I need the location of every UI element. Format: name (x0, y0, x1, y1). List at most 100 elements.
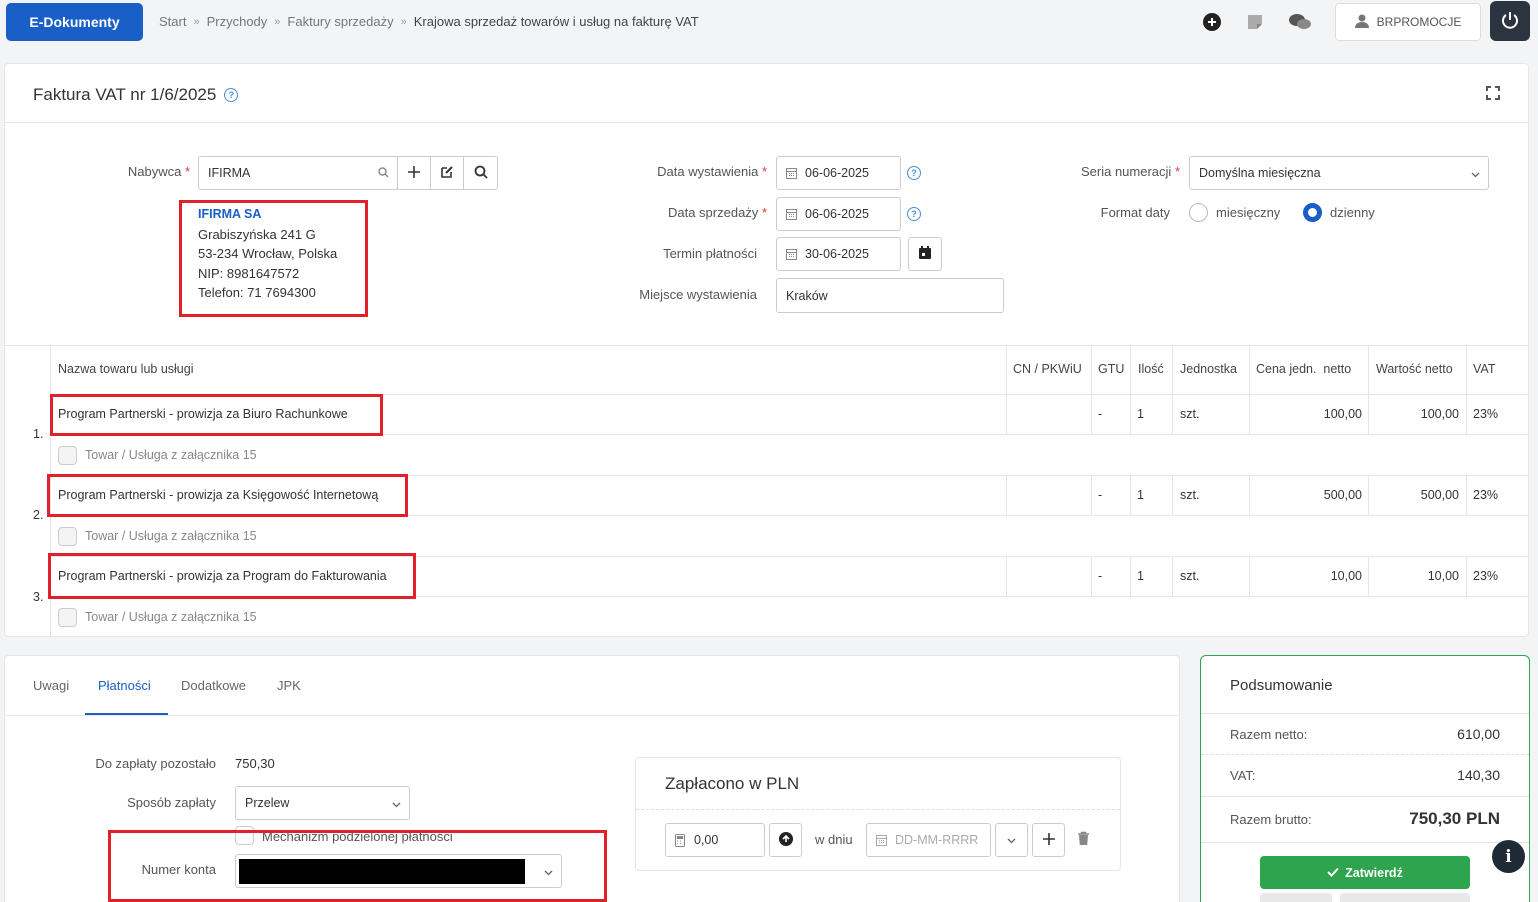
breadcrumb: Start » Przychody » Faktury sprzedaży » … (159, 14, 699, 29)
logout-button[interactable] (1490, 1, 1530, 41)
plus-circle-icon[interactable] (1202, 12, 1222, 32)
confirm-button[interactable]: Zatwierdź (1260, 856, 1470, 889)
divider (1172, 475, 1173, 516)
radio-monthly[interactable] (1189, 203, 1208, 222)
chevron-down-icon (392, 798, 401, 812)
search-icon (474, 165, 488, 182)
attachment-checkbox[interactable] (58, 608, 77, 627)
divider (1201, 713, 1529, 714)
place-input[interactable]: Kraków (776, 278, 1004, 313)
breadcrumb-separator-icon: » (274, 15, 281, 28)
buyer-input[interactable]: IFIRMA (198, 156, 398, 190)
trash-icon[interactable] (1077, 831, 1090, 849)
secondary-button[interactable] (1340, 893, 1470, 902)
brand-button[interactable]: E-Dokumenty (6, 3, 143, 41)
breadcrumb-separator-icon: » (400, 15, 407, 28)
item-price[interactable]: 10,00 (1260, 569, 1362, 583)
divider (1466, 556, 1467, 597)
payment-method-select[interactable]: Przelew (235, 786, 410, 820)
breadcrumb-start[interactable]: Start (159, 14, 186, 29)
divider (1466, 345, 1467, 435)
radio-daily[interactable] (1303, 203, 1322, 222)
divider (1130, 475, 1131, 516)
highlight-box (48, 553, 416, 599)
item-gtu[interactable]: - (1098, 569, 1102, 583)
upload-button[interactable] (769, 823, 802, 857)
issue-date-help-icon[interactable]: ? (907, 166, 921, 180)
edit-buyer-button[interactable] (430, 156, 464, 190)
sale-date-label: Data sprzedaży * (667, 205, 767, 220)
breadcrumb-przychody[interactable]: Przychody (207, 14, 268, 29)
item-price[interactable]: 500,00 (1260, 488, 1362, 502)
attachment-checkbox[interactable] (58, 527, 77, 546)
highlight-box (47, 474, 408, 517)
secondary-button[interactable] (1260, 893, 1332, 902)
calculator-icon (675, 834, 685, 850)
series-select[interactable]: Domyślna miesięczna (1189, 156, 1489, 190)
row-number: 3. (33, 590, 44, 604)
paid-date-input[interactable]: DD-MM-RRRR (866, 823, 991, 857)
radio-monthly-label[interactable]: miesięczny (1216, 205, 1280, 220)
search-buyer-button[interactable] (463, 156, 498, 190)
tab-platnosci[interactable]: Płatności (98, 678, 151, 693)
divider (1130, 345, 1131, 435)
place-label: Miejsce wystawienia (639, 287, 757, 302)
calendar-icon (919, 246, 931, 262)
plus-icon (1042, 832, 1055, 848)
due-date-input[interactable]: 30-06-2025 (776, 237, 901, 271)
vat-total-value: 140,30 (1457, 767, 1500, 783)
breadcrumb-separator-icon: » (193, 15, 200, 28)
due-date-picker-button[interactable] (908, 237, 942, 271)
breadcrumb-faktury[interactable]: Faktury sprzedaży (287, 14, 393, 29)
tab-jpk[interactable]: JPK (277, 678, 301, 693)
add-payment-button[interactable] (1032, 823, 1065, 857)
divider (1249, 475, 1250, 516)
col-qty-header: Ilość (1138, 362, 1164, 376)
radio-daily-label[interactable]: dzienny (1330, 205, 1375, 220)
expand-icon[interactable] (1486, 86, 1500, 103)
tab-uwagi[interactable]: Uwagi (33, 678, 69, 693)
item-gtu[interactable]: - (1098, 407, 1102, 421)
item-unit[interactable]: szt. (1180, 569, 1199, 583)
item-unit[interactable]: szt. (1180, 488, 1199, 502)
item-qty[interactable]: 1 (1137, 488, 1144, 502)
calendar-icon (786, 248, 797, 263)
plus-icon (408, 165, 420, 181)
item-qty[interactable]: 1 (1137, 569, 1144, 583)
row-number: 1. (33, 427, 44, 441)
info-icon[interactable]: i (1492, 840, 1525, 873)
col-net-header: Wartość netto (1376, 362, 1453, 376)
item-unit[interactable]: szt. (1180, 407, 1199, 421)
chat-icon[interactable] (1287, 12, 1313, 32)
divider (1368, 556, 1369, 597)
col-unit-header: Jednostka (1180, 362, 1237, 376)
summary-title: Podsumowanie (1230, 677, 1333, 694)
item-price[interactable]: 100,00 (1260, 407, 1362, 421)
sale-date-input[interactable]: 06-06-2025 (776, 197, 901, 231)
issue-date-label: Data wystawienia * (657, 164, 767, 179)
item-vat[interactable]: 23% (1473, 488, 1498, 502)
sale-date-help-icon[interactable]: ? (907, 207, 921, 221)
remaining-value: 750,30 (235, 756, 275, 771)
user-menu-button[interactable]: BRPROMOCJE (1335, 3, 1481, 41)
series-label: Seria numeracji * (1080, 164, 1180, 179)
divider (1006, 475, 1007, 516)
issue-date-input[interactable]: 06-06-2025 (776, 156, 901, 190)
date-dropdown-button[interactable] (995, 823, 1028, 857)
divider (1201, 754, 1529, 755)
paid-amount-input[interactable]: 0,00 (665, 823, 765, 857)
tab-dodatkowe[interactable]: Dodatkowe (181, 678, 246, 693)
item-vat[interactable]: 23% (1473, 407, 1498, 421)
divider (1172, 345, 1173, 435)
col-name-header: Nazwa towaru lub usługi (58, 362, 194, 376)
help-icon[interactable]: ? (224, 88, 239, 102)
note-icon[interactable] (1245, 12, 1265, 32)
add-buyer-button[interactable] (397, 156, 431, 190)
item-vat[interactable]: 23% (1473, 569, 1498, 583)
item-qty[interactable]: 1 (1137, 407, 1144, 421)
item-gtu[interactable]: - (1098, 488, 1102, 502)
divider (1006, 556, 1007, 597)
remaining-label: Do zapłaty pozostało (95, 756, 216, 771)
net-total-value: 610,00 (1457, 726, 1500, 742)
attachment-checkbox[interactable] (58, 446, 77, 465)
